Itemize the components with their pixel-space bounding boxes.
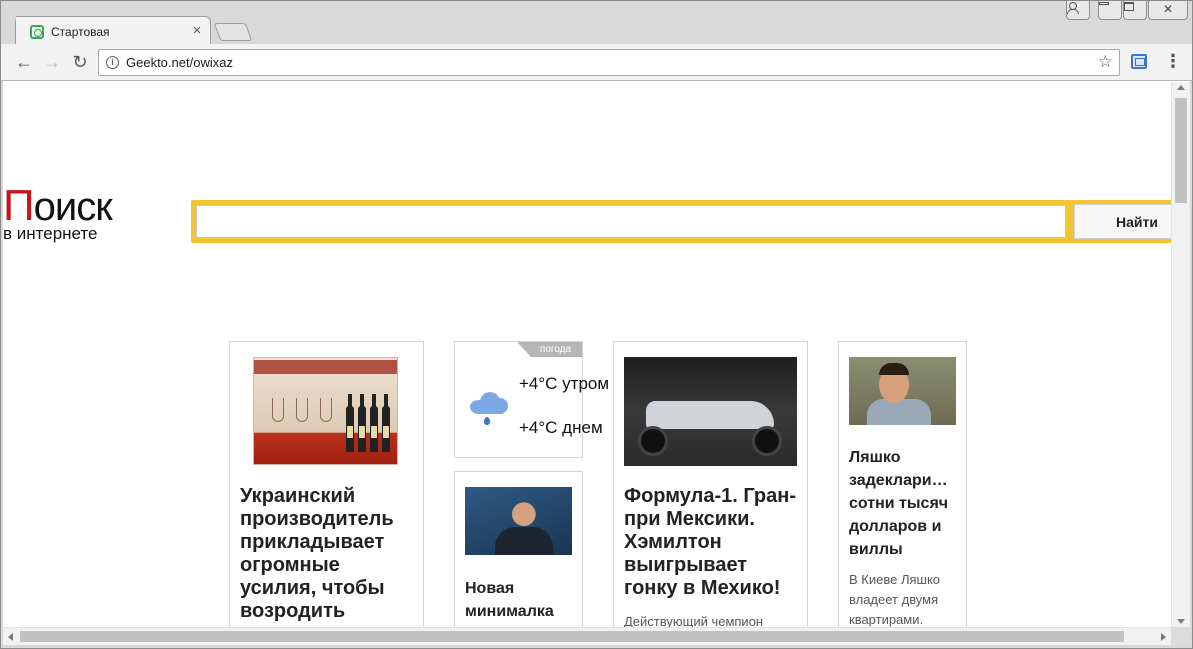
logo-rest: оиск: [33, 185, 113, 229]
browser-menu-icon[interactable]: ⋮: [1164, 52, 1182, 72]
scroll-up-icon[interactable]: [1177, 85, 1185, 90]
maximize-button[interactable]: [1123, 1, 1147, 20]
wine-bottle: [382, 394, 390, 452]
tab-startpage[interactable]: Стартовая ×: [15, 16, 211, 46]
news-card-lyashko[interactable]: Ляшко задеклари… сотни тысяч долларов и …: [838, 341, 967, 627]
news-card-minimalka[interactable]: Новая минималка: [454, 471, 583, 627]
minimize-icon: [1099, 2, 1109, 5]
minimize-button[interactable]: [1098, 1, 1122, 20]
race-car-wheel: [752, 426, 782, 456]
browser-titlebar: Стартовая × ✕: [0, 0, 1193, 46]
logo-subtitle: в интернете: [3, 224, 98, 243]
race-car-wheel: [638, 426, 668, 456]
window-frame-bottom: [0, 645, 1193, 649]
forward-button[interactable]: →: [41, 52, 63, 74]
reload-button[interactable]: ↻: [69, 52, 91, 74]
lyashko-card-title[interactable]: Ляшко задеклари… сотни тысяч долларов и …: [849, 446, 961, 561]
page-viewport: Поиск в интернете Найти Украинский произ…: [3, 82, 1171, 627]
formula-card-desc: Действующий чемпион: [624, 614, 764, 627]
wine-card-title[interactable]: Украинский производитель прикладывает ог…: [240, 485, 415, 623]
weather-widget[interactable]: погода +4°С утром +4°С днем: [454, 341, 609, 458]
photo-hair: [879, 363, 909, 375]
photo-figure: [495, 527, 553, 555]
extension-icon[interactable]: [1131, 54, 1147, 69]
rain-drop: [484, 417, 490, 425]
wine-glass: [320, 398, 332, 422]
profile-button[interactable]: [1066, 1, 1090, 20]
site-info-icon[interactable]: i: [106, 56, 119, 69]
formula-card-title[interactable]: Формула-1. Гран-при Мексики. Хэмилтон вы…: [624, 485, 804, 600]
tab-close-icon[interactable]: ×: [189, 22, 205, 40]
address-bar[interactable]: i Geekto.net/owixaz ☆: [98, 49, 1120, 76]
photo-shirt: [867, 399, 931, 425]
formula-image[interactable]: [624, 357, 797, 466]
scroll-left-icon[interactable]: [8, 633, 13, 641]
logo-first-letter: П: [3, 181, 35, 230]
minimalka-card-title[interactable]: Новая минималка: [465, 577, 575, 623]
horizontal-scroll-thumb[interactable]: [20, 631, 1124, 642]
weather-morning: +4°С утром: [519, 374, 610, 393]
scroll-down-icon[interactable]: [1177, 619, 1185, 624]
tab-title: Стартовая: [51, 25, 110, 39]
weather-day: +4°С днем: [519, 418, 603, 437]
horizontal-scrollbar[interactable]: [3, 627, 1171, 645]
weather-tag: погода: [517, 342, 582, 357]
close-icon: ✕: [1162, 2, 1174, 16]
scroll-corner: [1171, 627, 1190, 645]
vertical-scrollbar[interactable]: [1171, 82, 1190, 627]
cloud-base: [474, 404, 506, 414]
wine-bottle: [346, 394, 354, 452]
wine-glass: [272, 398, 284, 422]
new-tab-button[interactable]: [213, 23, 253, 41]
bookmark-star-icon[interactable]: ☆: [1098, 53, 1113, 71]
search-input[interactable]: [196, 205, 1066, 238]
tab-favicon-icon: [30, 25, 44, 39]
cloud-rain-icon: [470, 390, 510, 425]
wine-glass: [296, 398, 308, 422]
news-card-formula[interactable]: Формула-1. Гран-при Мексики. Хэмилтон вы…: [613, 341, 808, 627]
user-icon: [1067, 2, 1079, 14]
browser-toolbar: ← → ↻ i Geekto.net/owixaz ☆ ⋮: [0, 44, 1193, 81]
url-text[interactable]: Geekto.net/owixaz: [126, 55, 233, 70]
back-button[interactable]: ←: [13, 52, 35, 74]
wine-banner: [254, 360, 397, 374]
vertical-scroll-thumb[interactable]: [1175, 98, 1187, 203]
site-logo[interactable]: Поиск в интернете: [3, 184, 113, 243]
news-card-wine[interactable]: Украинский производитель прикладывает ог…: [229, 341, 424, 627]
race-car: [646, 401, 774, 429]
maximize-icon: [1124, 2, 1134, 11]
lyashko-image[interactable]: [849, 357, 956, 425]
wine-bottle: [370, 394, 378, 452]
search-form: Найти: [191, 200, 1171, 243]
minimalka-image[interactable]: [465, 487, 572, 555]
logo-main-text: Поиск: [3, 184, 113, 229]
wine-bottle: [358, 394, 366, 452]
search-button[interactable]: Найти: [1074, 204, 1171, 239]
close-window-button[interactable]: ✕: [1148, 1, 1188, 20]
lyashko-card-desc: В Киеве Ляшко владеет двумя квартирами.: [849, 572, 941, 627]
wine-ad-image[interactable]: [253, 357, 398, 465]
scroll-right-icon[interactable]: [1161, 633, 1166, 641]
